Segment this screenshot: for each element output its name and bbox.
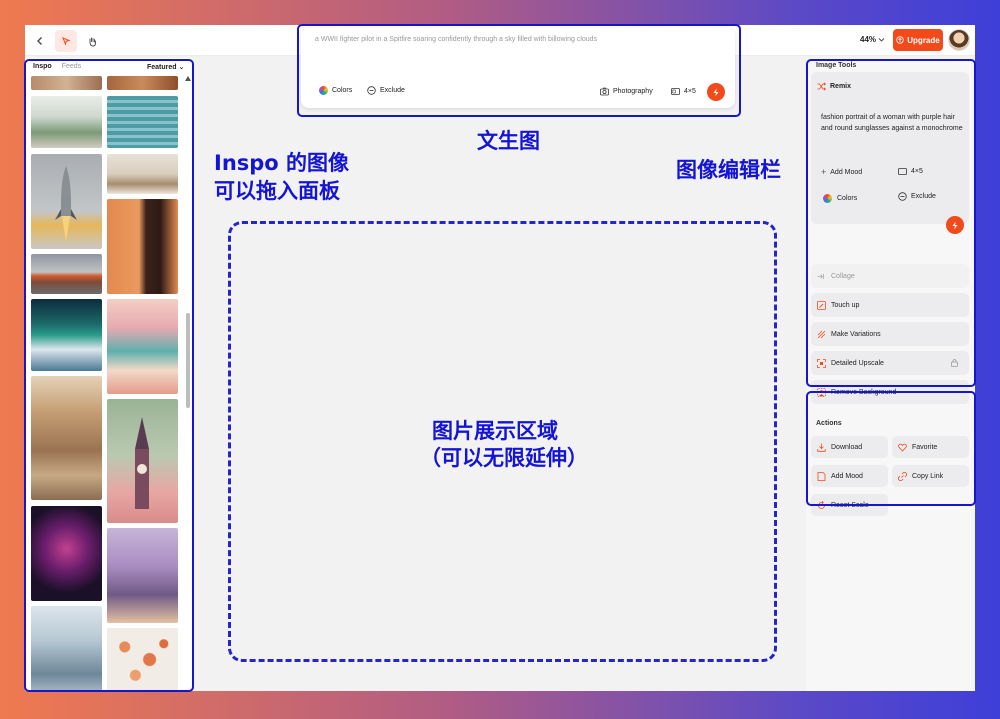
zoom-dropdown[interactable]: 44% bbox=[860, 35, 885, 44]
select-tool-button[interactable] bbox=[55, 30, 77, 52]
inspo-annotation-line2: 可以拖入面板 bbox=[214, 179, 340, 203]
hand-icon bbox=[89, 37, 96, 46]
avatar[interactable] bbox=[948, 29, 970, 51]
edit-bar-annotation: 图像编辑栏 bbox=[676, 158, 781, 182]
cursor-icon bbox=[62, 37, 71, 46]
prompt-panel-highlight bbox=[297, 24, 741, 117]
back-button[interactable] bbox=[29, 30, 51, 52]
upgrade-button[interactable]: Upgrade bbox=[893, 29, 943, 51]
pan-tool-button[interactable] bbox=[81, 30, 103, 52]
canvas-annotation-line1: 图片展示区域 bbox=[432, 419, 558, 443]
inspo-annotation-line1: Inspo 的图像 bbox=[214, 151, 350, 175]
chevron-down-icon bbox=[878, 38, 885, 42]
zoom-level: 44% bbox=[860, 35, 877, 44]
upgrade-icon bbox=[896, 36, 904, 44]
inspo-panel-highlight bbox=[24, 59, 194, 692]
text-to-image-annotation: 文生图 bbox=[477, 129, 540, 153]
chevron-left-icon bbox=[37, 37, 42, 45]
image-tools-highlight bbox=[806, 59, 976, 387]
canvas-annotation-line2: （可以无限延伸） bbox=[420, 446, 588, 470]
actions-highlight bbox=[806, 391, 976, 506]
upgrade-label: Upgrade bbox=[907, 35, 940, 45]
